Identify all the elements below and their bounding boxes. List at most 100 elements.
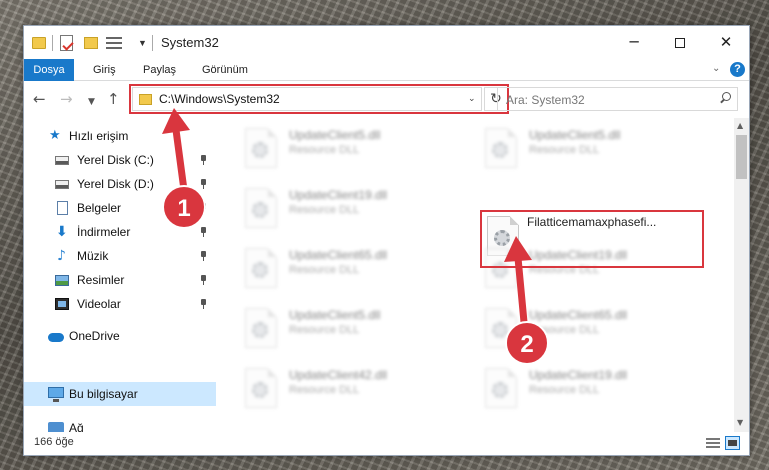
address-highlight-box xyxy=(129,84,509,114)
file-tile[interactable]: UpdateClient5.dll Resource DLL xyxy=(239,304,469,356)
toolbar-separator xyxy=(52,35,53,51)
expand-ribbon-icon[interactable]: ⌄ xyxy=(712,63,720,74)
file-name: UpdateClient5.dll xyxy=(289,128,381,142)
onedrive-cloud-icon xyxy=(48,333,64,342)
sidebar-item-quick-access[interactable]: ★ Hızlı erişim xyxy=(24,124,216,148)
file-type: Resource DLL xyxy=(289,324,360,336)
sidebar-item-pictures[interactable]: Resimler xyxy=(24,268,216,292)
forward-arrow-icon[interactable]: → xyxy=(60,91,73,107)
close-button[interactable]: ✕ xyxy=(703,26,749,58)
scrollbar-thumb[interactable] xyxy=(736,135,747,179)
sidebar-item-label: Yerel Disk (D:) xyxy=(77,177,154,191)
dll-file-icon xyxy=(245,308,277,348)
sidebar-item-music[interactable]: ♪ Müzik xyxy=(24,244,216,268)
file-tile[interactable]: UpdateClient5.dll Resource DLL xyxy=(479,124,709,176)
details-view-icon[interactable] xyxy=(706,437,720,449)
help-icon[interactable]: ? xyxy=(730,62,745,77)
file-name: UpdateClient19.dll xyxy=(529,368,628,382)
gear-icon xyxy=(252,322,268,338)
file-list: UpdateClient5.dll Resource DLL UpdateCli… xyxy=(219,118,734,432)
window-title: System32 xyxy=(161,35,219,50)
dll-file-icon xyxy=(245,248,277,288)
sidebar-item-label: Videolar xyxy=(77,297,121,311)
sidebar-item-downloads[interactable]: ⬇ İndirmeler xyxy=(24,220,216,244)
file-type: Resource DLL xyxy=(289,264,360,276)
sidebar-item-label: İndirmeler xyxy=(77,225,131,239)
file-type: Resource DLL xyxy=(289,144,360,156)
status-bar: 166 öğe xyxy=(24,432,749,455)
sidebar-item-label: Müzik xyxy=(77,249,109,263)
dll-file-icon xyxy=(485,308,517,348)
file-type: Resource DLL xyxy=(529,324,600,336)
file-name: UpdateClient19.dll xyxy=(289,188,388,202)
gear-icon xyxy=(492,142,508,158)
pin-icon[interactable] xyxy=(200,299,207,309)
videos-icon xyxy=(55,298,69,310)
folder-icon xyxy=(32,37,46,49)
vertical-scrollbar[interactable]: ▲ ▼ xyxy=(734,118,749,432)
maximize-button[interactable] xyxy=(657,26,703,58)
ribbon-tabs: Dosya Giriş Paylaş Görünüm ⌄ ? xyxy=(24,59,749,81)
file-tile[interactable]: UpdateClient42.dll Resource DLL xyxy=(239,364,469,416)
file-type: Resource DLL xyxy=(289,384,360,396)
pin-icon[interactable] xyxy=(200,203,207,213)
scroll-up-arrow-icon[interactable]: ▲ xyxy=(737,121,743,130)
documents-icon xyxy=(57,201,68,215)
tab-file[interactable]: Dosya xyxy=(24,59,74,81)
this-pc-icon xyxy=(48,387,64,402)
drive-icon xyxy=(55,156,69,165)
file-tile[interactable]: UpdateClient19.dll Resource DLL xyxy=(479,364,709,416)
tab-view[interactable]: Görünüm xyxy=(190,59,260,81)
downloads-icon: ⬇ xyxy=(56,224,68,240)
sidebar-item-local-disk-d[interactable]: Yerel Disk (D:) xyxy=(24,172,216,196)
quick-access-dropdown-icon[interactable]: ▼ xyxy=(138,38,147,54)
sidebar-item-label: Yerel Disk (C:) xyxy=(77,153,154,167)
sidebar-item-this-pc[interactable]: Bu bilgisayar xyxy=(24,382,216,406)
new-folder-icon[interactable] xyxy=(84,37,98,49)
pin-icon[interactable] xyxy=(200,179,207,189)
sidebar-item-onedrive[interactable]: OneDrive xyxy=(24,324,216,348)
maximize-icon xyxy=(675,37,685,48)
file-tile[interactable]: UpdateClient19.dll Resource DLL xyxy=(239,184,469,236)
scroll-down-arrow-icon[interactable]: ▼ xyxy=(737,418,743,427)
sidebar-item-label: Resimler xyxy=(77,273,125,287)
file-tile[interactable]: UpdateClient65.dll Resource DLL xyxy=(239,244,469,296)
back-arrow-icon[interactable]: ← xyxy=(33,91,46,107)
dll-file-icon xyxy=(485,368,517,408)
dll-file-icon xyxy=(485,128,517,168)
pin-icon[interactable] xyxy=(200,251,207,261)
minimize-button[interactable]: ─ xyxy=(611,26,657,58)
sidebar-item-documents[interactable]: Belgeler xyxy=(24,196,216,220)
up-arrow-icon[interactable]: ↑ xyxy=(107,91,120,107)
view-options-icon[interactable] xyxy=(106,36,122,50)
file-explorer-window: ▼ System32 ─ ✕ Dosya Giriş Paylaş Görünü… xyxy=(23,25,750,456)
pin-icon[interactable] xyxy=(200,275,207,285)
gear-icon xyxy=(252,262,268,278)
drive-icon xyxy=(55,180,69,189)
title-bar: ▼ System32 ─ ✕ xyxy=(24,26,749,59)
properties-icon[interactable] xyxy=(60,35,73,51)
tab-home[interactable]: Giriş xyxy=(81,59,128,81)
item-count: 166 öğe xyxy=(34,436,74,448)
search-icon[interactable] xyxy=(718,91,732,105)
file-name: UpdateClient65.dll xyxy=(289,248,388,262)
pin-icon[interactable] xyxy=(200,227,207,237)
sidebar-item-label: Belgeler xyxy=(77,201,122,215)
dll-file-icon xyxy=(245,188,277,228)
sidebar-item-local-disk-c[interactable]: Yerel Disk (C:) xyxy=(24,148,216,172)
music-icon: ♪ xyxy=(57,248,66,264)
pin-icon[interactable] xyxy=(200,155,207,165)
sidebar-item-label: Bu bilgisayar xyxy=(69,387,138,401)
tab-share[interactable]: Paylaş xyxy=(131,59,188,81)
file-tile[interactable]: UpdateClient5.dll Resource DLL xyxy=(239,124,469,176)
search-input[interactable]: Ara: System32 xyxy=(497,87,738,111)
file-name: UpdateClient65.dll xyxy=(529,308,628,322)
recent-locations-dropdown-icon[interactable]: ▼ xyxy=(88,94,95,110)
navigation-pane: ★ Hızlı erişim Yerel Disk (C:) Yerel Dis… xyxy=(24,118,216,435)
sidebar-item-videos[interactable]: Videolar xyxy=(24,292,216,316)
file-type: Resource DLL xyxy=(289,204,360,216)
target-file-highlight-box xyxy=(480,210,704,268)
dll-file-icon xyxy=(245,128,277,168)
file-tile[interactable]: UpdateClient65.dll Resource DLL xyxy=(479,304,709,356)
tiles-view-icon[interactable] xyxy=(725,436,740,450)
